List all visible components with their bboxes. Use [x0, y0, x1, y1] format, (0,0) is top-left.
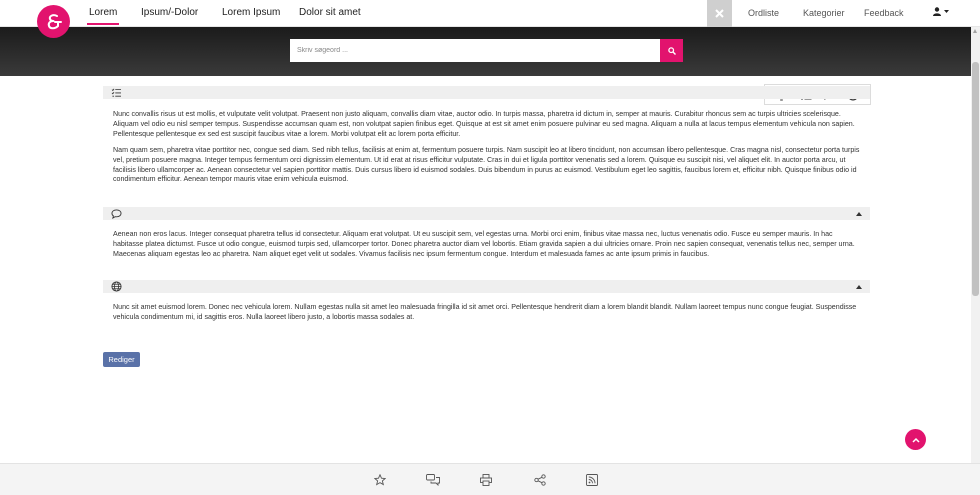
link-kategorier[interactable]: Kategorier [803, 8, 845, 18]
discussion-button[interactable] [426, 474, 440, 486]
tab-ipsum-dolor[interactable]: Ipsum/-Dolor [141, 7, 198, 18]
close-button[interactable] [707, 0, 732, 27]
section-1-paragraph-1: Nunc convallis risus ut est mollis, et v… [113, 110, 855, 138]
user-menu-button[interactable] [933, 7, 949, 16]
link-feedback[interactable]: Feedback [864, 8, 904, 18]
tab-dolor-sit-amet[interactable]: Dolor sit amet [299, 7, 361, 18]
share-button[interactable] [534, 474, 546, 486]
section-header-language[interactable] [103, 280, 870, 293]
user-icon [933, 7, 941, 16]
bottom-toolbar [0, 463, 980, 495]
section-header-comments[interactable] [103, 207, 870, 220]
section-2-paragraph: Aenean non eros lacus. Integer consequat… [113, 230, 855, 258]
search-icon [667, 46, 676, 55]
section-header-checklist[interactable] [103, 86, 870, 99]
section-1-paragraph-2: Nam quam sem, pharetra vitae porttitor n… [113, 146, 860, 184]
chat-icon [426, 474, 440, 486]
tab-lorem-ipsum[interactable]: Lorem Ipsum [222, 7, 280, 18]
caret-down-icon [944, 10, 949, 13]
search-button[interactable] [660, 39, 683, 62]
rss-icon [586, 474, 598, 486]
edit-button[interactable]: Rediger [103, 352, 140, 367]
link-ordliste[interactable]: Ordliste [748, 8, 779, 18]
rss-button[interactable] [586, 474, 598, 486]
comment-icon [111, 208, 122, 219]
globe-icon [111, 281, 122, 292]
close-icon [715, 9, 724, 18]
favorite-button[interactable] [374, 474, 386, 486]
star-icon [374, 474, 386, 486]
search-band [0, 27, 971, 76]
scroll-to-top-button[interactable] [905, 429, 926, 450]
scroll-up-arrow[interactable] [973, 29, 977, 33]
search-input[interactable] [290, 39, 660, 62]
scroll-thumb[interactable] [972, 62, 979, 296]
checklist-icon [111, 88, 121, 97]
top-nav: Lorem Ipsum/-Dolor Lorem Ipsum Dolor sit… [0, 0, 980, 38]
share-icon [534, 474, 546, 486]
print-icon [480, 474, 492, 486]
print-button[interactable] [480, 474, 492, 486]
section-3-paragraph: Nunc sit amet euismod lorem. Donec nec v… [113, 303, 857, 321]
collapse-caret-icon[interactable] [856, 211, 862, 216]
chevron-up-icon [911, 437, 920, 443]
logo[interactable] [37, 5, 70, 38]
collapse-caret-icon[interactable] [856, 284, 862, 289]
tab-lorem[interactable]: Lorem [86, 7, 120, 25]
logo-icon [47, 13, 62, 29]
page-scrollbar[interactable] [971, 27, 980, 463]
